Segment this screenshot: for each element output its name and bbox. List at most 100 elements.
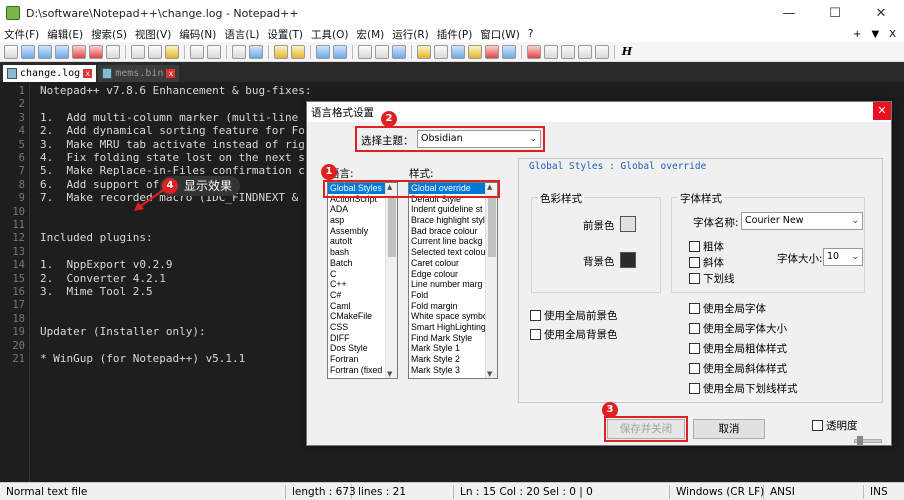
menu-run[interactable]: 运行(R): [388, 27, 433, 42]
transparency-slider[interactable]: [854, 439, 882, 443]
menu-file[interactable]: 文件(F): [0, 27, 43, 42]
play-macro-icon[interactable]: [561, 45, 575, 59]
style-list-item[interactable]: Indent guideline st: [409, 204, 497, 215]
style-list-item[interactable]: Fold: [409, 290, 497, 301]
style-list-item[interactable]: Brace highlight styl: [409, 215, 497, 226]
style-list-item[interactable]: Selected text colou: [409, 247, 497, 258]
save-all-icon[interactable]: [55, 45, 69, 59]
slider-knob[interactable]: [857, 436, 863, 446]
play-multiple-macro-icon[interactable]: [578, 45, 592, 59]
menu-macro[interactable]: 宏(M): [353, 27, 389, 42]
close-file-icon[interactable]: [72, 45, 86, 59]
style-list-item[interactable]: Mark Style 2: [409, 354, 497, 365]
style-list-item[interactable]: Edge colour: [409, 269, 497, 280]
foreground-color-swatch[interactable]: [620, 216, 636, 232]
find-icon[interactable]: [232, 45, 246, 59]
file-icon: [102, 68, 112, 79]
underline-checkbox[interactable]: 下划线: [689, 271, 735, 286]
maximize-button[interactable]: ☐: [812, 0, 858, 26]
scrollbar[interactable]: ▲▼: [485, 183, 497, 378]
close-doc-icon[interactable]: X: [889, 29, 896, 40]
undo-icon[interactable]: [190, 45, 204, 59]
style-list[interactable]: Global overrideDefault StyleIndent guide…: [408, 182, 498, 379]
stop-macro-icon[interactable]: [544, 45, 558, 59]
menu-bar: 文件(F) 编辑(E) 搜索(S) 视图(V) 编码(N) 语言(L) 设置(T…: [0, 26, 904, 42]
style-list-item[interactable]: Fold margin: [409, 301, 497, 312]
style-list-item[interactable]: Mark Style 1: [409, 343, 497, 354]
font-size-select[interactable]: 10 ⌄: [823, 248, 863, 266]
use-global-size-checkbox[interactable]: 使用全局字体大小: [689, 321, 787, 336]
copy-icon[interactable]: [148, 45, 162, 59]
menu-window[interactable]: 窗口(W): [476, 27, 524, 42]
tab-change-log[interactable]: change.log x: [3, 65, 96, 82]
tab-close-icon[interactable]: x: [83, 69, 92, 78]
use-global-font-checkbox[interactable]: 使用全局字体: [689, 301, 766, 316]
menu-view[interactable]: 视图(V): [131, 27, 175, 42]
udl-icon[interactable]: [417, 45, 431, 59]
use-global-bg-checkbox[interactable]: 使用全局背景色: [530, 327, 618, 342]
background-color-swatch[interactable]: [620, 252, 636, 268]
language-list[interactable]: Global StylesActionScriptADAaspAssemblya…: [327, 182, 398, 379]
style-list-item[interactable]: Line number marg: [409, 279, 497, 290]
scrollbar[interactable]: ▲▼: [385, 183, 397, 378]
close-window-button[interactable]: ✕: [858, 0, 904, 26]
save-macro-icon[interactable]: [595, 45, 609, 59]
new-file-icon[interactable]: [4, 45, 18, 59]
tab-mems-bin[interactable]: mems.bin x: [98, 65, 179, 82]
style-list-item[interactable]: Caret colour: [409, 258, 497, 269]
menu-help[interactable]: ?: [524, 28, 538, 40]
menu-encoding[interactable]: 编码(N): [175, 27, 220, 42]
italic-checkbox[interactable]: 斜体: [689, 255, 724, 270]
save-icon[interactable]: [38, 45, 52, 59]
menu-search[interactable]: 搜索(S): [87, 27, 131, 42]
menu-settings[interactable]: 设置(T): [263, 27, 307, 42]
zoom-in-icon[interactable]: [274, 45, 288, 59]
zoom-out-icon[interactable]: [291, 45, 305, 59]
menu-edit[interactable]: 编辑(E): [43, 27, 87, 42]
use-global-italic-checkbox[interactable]: 使用全局斜体样式: [689, 361, 787, 376]
dialog-close-button[interactable]: ✕: [873, 102, 891, 120]
doc-map-icon[interactable]: [434, 45, 448, 59]
open-file-icon[interactable]: [21, 45, 35, 59]
monitoring-eye-icon[interactable]: [502, 45, 516, 59]
highlight-box-1: [323, 180, 500, 198]
minimize-button[interactable]: —: [766, 0, 812, 26]
style-list-item[interactable]: Smart HighLighting: [409, 322, 497, 333]
tab-list-down-icon[interactable]: ▼: [871, 29, 879, 40]
replace-icon[interactable]: [249, 45, 263, 59]
folder-workspace-icon[interactable]: [468, 45, 482, 59]
font-name-select[interactable]: Courier New ⌄: [741, 212, 863, 230]
new-tab-plus-icon[interactable]: +: [853, 29, 861, 40]
use-global-fg-checkbox[interactable]: 使用全局前景色: [530, 308, 618, 323]
style-list-item[interactable]: White space symbo: [409, 311, 497, 322]
use-global-underline-checkbox[interactable]: 使用全局下划线样式: [689, 381, 798, 396]
function-list-icon[interactable]: [451, 45, 465, 59]
record-macro-icon[interactable]: [527, 45, 541, 59]
show-all-chars-icon[interactable]: [375, 45, 389, 59]
tab-close-icon[interactable]: x: [166, 69, 175, 78]
menu-plugins[interactable]: 插件(P): [433, 27, 477, 42]
paste-icon[interactable]: [165, 45, 179, 59]
menu-tools[interactable]: 工具(O): [307, 27, 352, 42]
sync-vertical-icon[interactable]: [316, 45, 330, 59]
style-list-item[interactable]: Find Mark Style: [409, 333, 497, 344]
font-size-label: 字体大小:: [777, 251, 823, 266]
indent-guide-icon[interactable]: [392, 45, 406, 59]
doc-list-icon[interactable]: [485, 45, 499, 59]
style-list-item[interactable]: Bad brace colour: [409, 226, 497, 237]
cut-icon[interactable]: [131, 45, 145, 59]
transparency-checkbox[interactable]: 透明度: [812, 418, 858, 433]
style-list-item[interactable]: Mark Style 3: [409, 365, 497, 376]
redo-icon[interactable]: [207, 45, 221, 59]
cancel-button[interactable]: 取消: [693, 419, 765, 439]
plugin-h-icon[interactable]: H: [620, 45, 634, 58]
print-icon[interactable]: [106, 45, 120, 59]
style-list-item[interactable]: Current line backg: [409, 236, 497, 247]
menu-language[interactable]: 语言(L): [220, 27, 263, 42]
word-wrap-icon[interactable]: [358, 45, 372, 59]
sync-horizontal-icon[interactable]: [333, 45, 347, 59]
line-number-gutter: 123456789101112131415161718192021: [0, 82, 30, 482]
bold-checkbox[interactable]: 粗体: [689, 239, 724, 254]
use-global-bold-checkbox[interactable]: 使用全局粗体样式: [689, 341, 787, 356]
close-all-icon[interactable]: [89, 45, 103, 59]
